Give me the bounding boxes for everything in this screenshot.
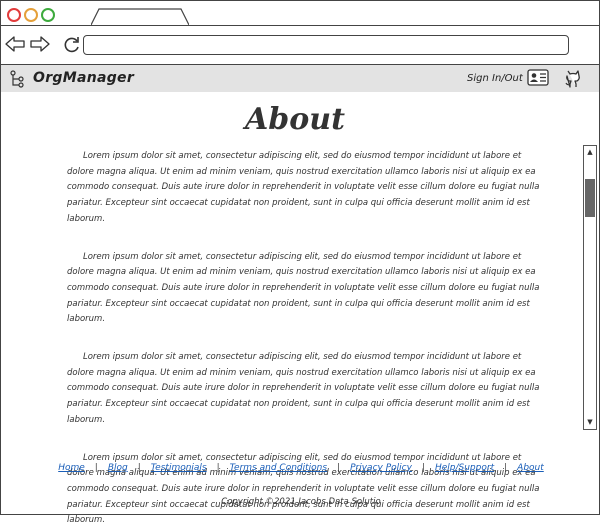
app-header: OrgManager Sign In/Out [1,65,599,92]
footer-separator: | [216,463,220,473]
minimize-window-button[interactable] [24,8,38,22]
footer-separator: | [337,463,341,473]
footer-separator: | [421,463,425,473]
footer-separator: | [94,463,98,473]
copyright-text: Copyright ©2021 Jacobs Data Solutio [221,497,381,507]
footer-link-testimonials[interactable]: Testimonials [151,463,207,473]
scrollbar-thumb[interactable] [585,179,595,217]
footer-link-blog[interactable]: Blog [108,463,128,473]
browser-window: OrgManager Sign In/Out About Lorem ipsum… [0,0,600,525]
scroll-down-arrow-icon[interactable]: ▼ [584,417,596,428]
org-tree-icon [9,70,25,88]
sign-in-out-link[interactable]: Sign In/Out [467,73,523,84]
profile-card-icon[interactable] [527,69,549,86]
url-input[interactable] [83,35,569,55]
footer-link-home[interactable]: Home [58,463,85,473]
footer-link-about[interactable]: About [517,463,544,473]
address-bar-area [1,26,599,64]
app-brand[interactable]: OrgManager [33,70,134,86]
close-window-button[interactable] [7,8,21,22]
scroll-up-arrow-icon[interactable]: ▲ [584,147,596,158]
page-title: About [245,102,345,137]
about-paragraph: Lorem ipsum dolor sit amet, consectetur … [67,251,540,325]
footer-link-terms[interactable]: Terms and Conditions [230,463,327,473]
footer-link-privacy[interactable]: Privacy Policy [350,463,412,473]
footer-separator: | [137,463,141,473]
about-content: Lorem ipsum dolor sit amet, consectetur … [67,149,549,525]
github-octocat-icon[interactable] [564,68,582,88]
footer-separator: | [504,463,508,473]
maximize-window-button[interactable] [41,8,55,22]
browser-tab[interactable] [91,8,189,26]
title-bar [1,1,599,26]
reload-icon[interactable] [63,36,81,54]
footer-nav: Home | Blog | Testimonials | Terms and Conditi… [1,463,600,473]
back-arrow-icon[interactable] [5,35,25,53]
footer-link-help[interactable]: Help/Support [435,463,494,473]
content-scrollbar[interactable]: ▲ ▼ [583,145,597,430]
about-paragraph: Lorem ipsum dolor sit amet, consectetur … [67,151,540,224]
forward-arrow-icon[interactable] [30,35,50,53]
about-paragraph: Lorem ipsum dolor sit amet, consectetur … [67,352,540,425]
